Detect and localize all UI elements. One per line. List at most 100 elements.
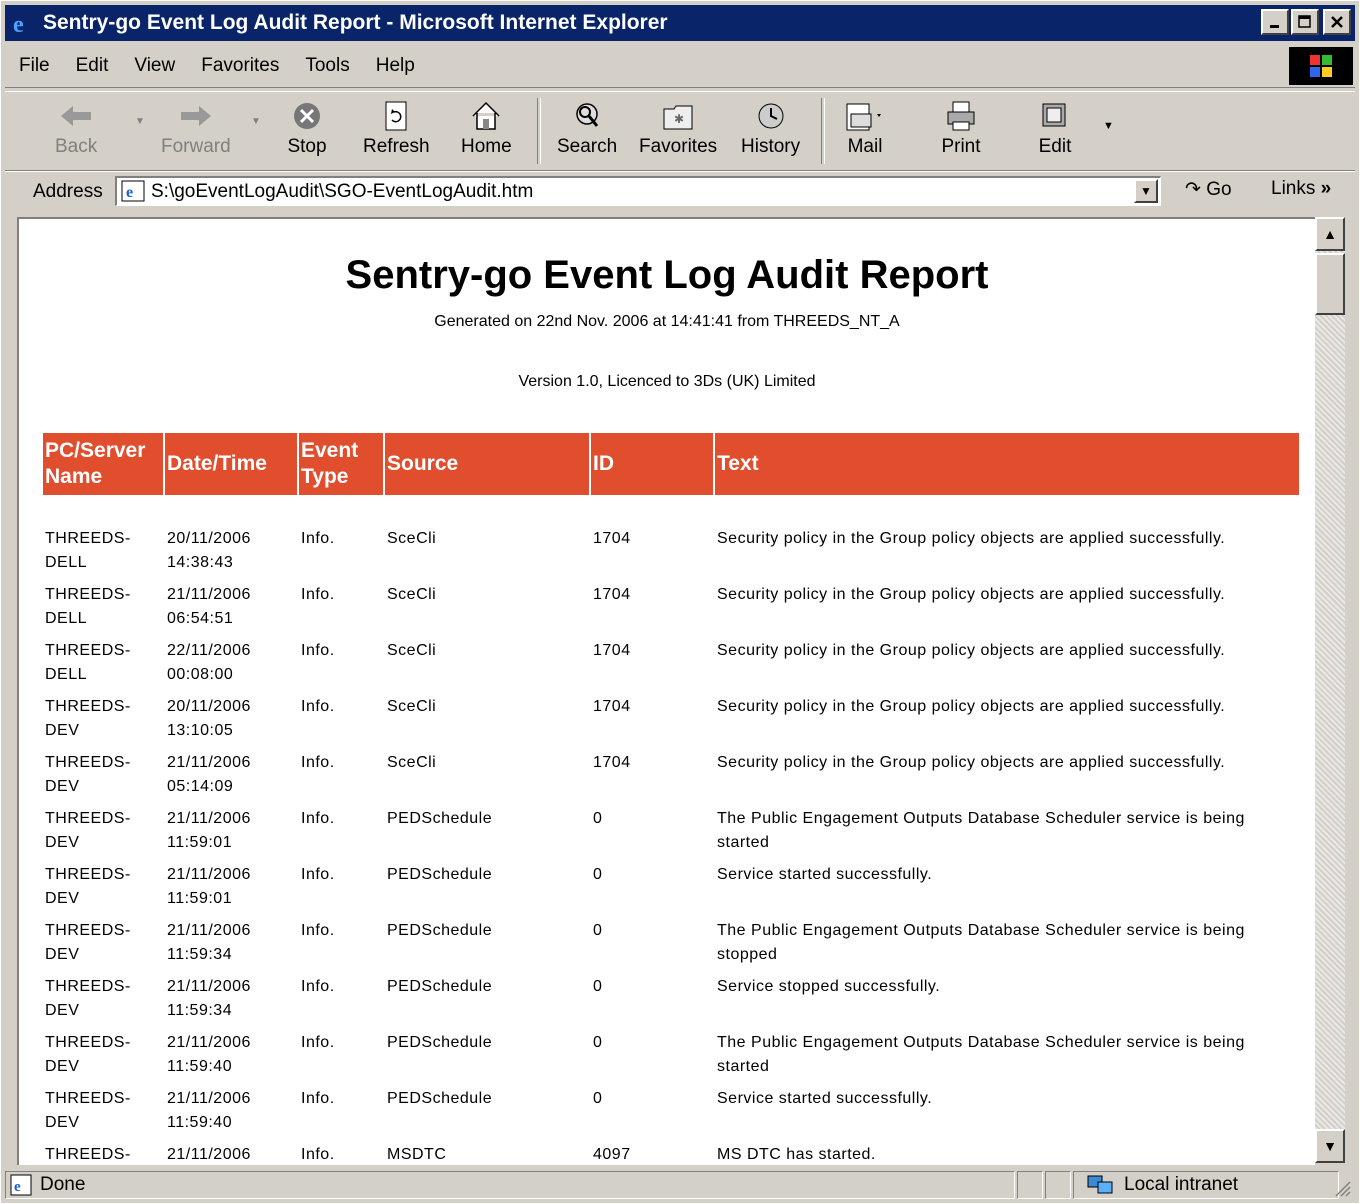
close-button[interactable] [1323,9,1351,35]
table-row: THREEDS-DEV 21/11/2006 11:59:40 Info. PEDSc… [43,1029,1299,1083]
cell-id: 1704 [593,586,631,603]
menu-edit[interactable]: Edit [76,55,109,77]
toolbar-overflow-icon[interactable]: ▼ [1103,120,1114,132]
scroll-down-button[interactable]: ▼ [1315,1129,1345,1163]
cell-id: 1704 [593,642,631,659]
toolbar-separator-2 [821,98,825,164]
forward-dropdown-icon[interactable]: ▼ [251,116,261,127]
cell-text: The Public Engagement Outputs Database S… [717,1034,1245,1075]
vertical-scrollbar[interactable]: ▲ ▼ [1315,217,1345,1163]
cell-datetime: 21/11/2006 11:59:34 [167,978,251,1019]
table-header-row: PC/Server Name Date/Time Event Type Sour… [43,433,1299,495]
menu-tools[interactable]: Tools [305,55,349,77]
minimize-button[interactable] [1261,9,1289,35]
report-generated: Generated on 22nd Nov. 2006 at 14:41:41 … [434,313,900,330]
cell-datetime: 22/11/2006 00:08:00 [167,642,251,683]
print-label: Print [941,136,981,157]
menu-help[interactable]: Help [376,55,415,77]
menu-bar: File Edit View Favorites Tools Help [5,45,1355,88]
cell-id: 1704 [593,698,631,715]
col-header-text: Text [715,433,1299,495]
windows-logo-icon [1289,47,1353,85]
address-bar: Address e S:\goEventLogAudit\SGO-EventLo… [5,171,1355,212]
address-dropdown-button[interactable]: ▼ [1134,179,1158,203]
cell-text: Service started successfully. [717,1090,933,1107]
history-button[interactable]: History [741,96,800,158]
cell-type: Info. [301,978,335,995]
scroll-thumb[interactable] [1315,253,1345,315]
favorites-button[interactable]: ✱ Favorites [639,96,717,158]
scroll-up-button[interactable]: ▲ [1315,217,1345,251]
home-label: Home [461,136,512,157]
cell-text: MS DTC has started. [717,1146,876,1163]
print-icon [947,101,975,131]
go-arrow-icon: ↷ [1185,179,1201,200]
report-version: Version 1.0, Licenced to 3Ds (UK) Limite… [518,373,816,390]
resize-grip-icon[interactable] [1333,1179,1351,1197]
minimize-icon [1270,25,1279,28]
address-input[interactable]: e S:\goEventLogAudit\SGO-EventLogAudit.h… [115,176,1161,206]
cell-datetime: 21/11/2006 11:59:01 [167,810,251,851]
cell-source: PEDSchedule [387,1090,493,1107]
menu-favorites[interactable]: Favorites [201,55,279,77]
table-row: THREEDS-DEV 21/11/2006 05:14:09 Info. SceCl… [43,749,1299,803]
table-row: THREEDS-DELL 20/11/2006 14:38:43 Info. SceC… [43,525,1299,579]
menu-file[interactable]: File [19,55,50,77]
window-title: Sentry-go Event Log Audit Report - Micro… [43,11,668,34]
cell-id: 0 [593,922,603,939]
title-bar[interactable]: e Sentry-go Event Log Audit Report - Mic… [5,5,1355,41]
col-header-type: Event Type [299,433,383,495]
cell-text: The Public Engagement Outputs Database S… [717,922,1245,963]
mail-button[interactable]: Mail [845,96,885,158]
home-button[interactable]: Home [461,96,512,158]
cell-name: THREEDS-DEV [45,1146,131,1163]
cell-source: PEDSchedule [387,978,493,995]
cell-text: Service started successfully. [717,866,933,883]
status-cell-2 [1045,1171,1071,1199]
refresh-button[interactable]: Refresh [363,96,430,158]
table-row: THREEDS-DEV 21/11/2006 11:59:34 Info. PEDSc… [43,973,1299,1027]
status-zone: Local intranet [1073,1171,1339,1199]
status-cell-1 [1017,1171,1043,1199]
event-log-table: PC/Server Name Date/Time Event Type Sour… [41,431,1301,1165]
maximize-icon [1298,15,1311,28]
refresh-icon [385,101,407,131]
cell-name: THREEDS-DELL [45,530,131,571]
back-dropdown-icon[interactable]: ▼ [135,116,145,127]
page-done-icon: e [10,1174,32,1196]
cell-id: 1704 [593,530,631,547]
cell-type: Info. [301,1034,335,1051]
cell-name: THREEDS-DEV [45,866,131,907]
refresh-label: Refresh [363,136,430,157]
maximize-button[interactable] [1291,9,1319,35]
cell-source: PEDSchedule [387,922,493,939]
cell-datetime: 20/11/2006 14:38:43 [167,530,251,571]
cell-source: SceCli [387,530,437,547]
go-label: Go [1206,179,1232,200]
arrow-down-icon: ▼ [1323,1138,1337,1154]
table-row: THREEDS-DEV 21/11/2006 13:59:22 Info. MSDTC… [43,1141,1299,1165]
print-button[interactable]: Print [941,96,981,158]
forward-button[interactable]: Forward [161,96,231,158]
spacer-row [43,497,1299,523]
forward-arrow-icon [180,106,211,126]
table-row: THREEDS-DELL 22/11/2006 00:08:00 Info. SceC… [43,637,1299,691]
home-icon [472,101,500,130]
search-button[interactable]: Search [557,96,617,158]
col-header-name: PC/Server Name [43,433,163,495]
go-button[interactable]: ↷ Go [1185,178,1232,201]
stop-button[interactable]: Stop [287,96,327,158]
cell-type: Info. [301,1146,335,1163]
edit-button[interactable]: Edit [1035,96,1075,158]
cell-text: Service stopped successfully. [717,978,941,995]
cell-type: Info. [301,754,335,771]
table-body: THREEDS-DELL 20/11/2006 14:38:43 Info. SceC… [43,497,1299,1165]
cell-name: THREEDS-DEV [45,1090,131,1131]
back-button[interactable]: Back [55,96,97,158]
links-button[interactable]: Links » [1271,178,1331,200]
cell-name: THREEDS-DELL [45,586,131,627]
cell-type: Info. [301,1090,335,1107]
history-icon [758,103,784,129]
menu-view[interactable]: View [134,55,175,77]
cell-name: THREEDS-DEV [45,1034,131,1075]
